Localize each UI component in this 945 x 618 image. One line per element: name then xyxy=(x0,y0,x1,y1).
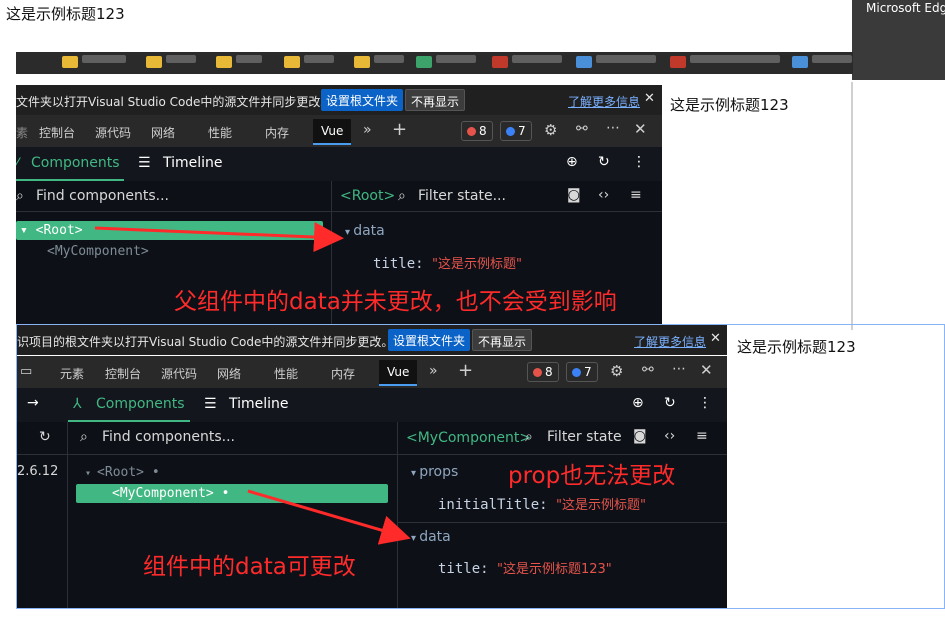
arrow-component-to-data xyxy=(247,489,411,545)
annotation-arrows xyxy=(94,222,411,545)
arrow-root-to-data xyxy=(94,222,344,253)
